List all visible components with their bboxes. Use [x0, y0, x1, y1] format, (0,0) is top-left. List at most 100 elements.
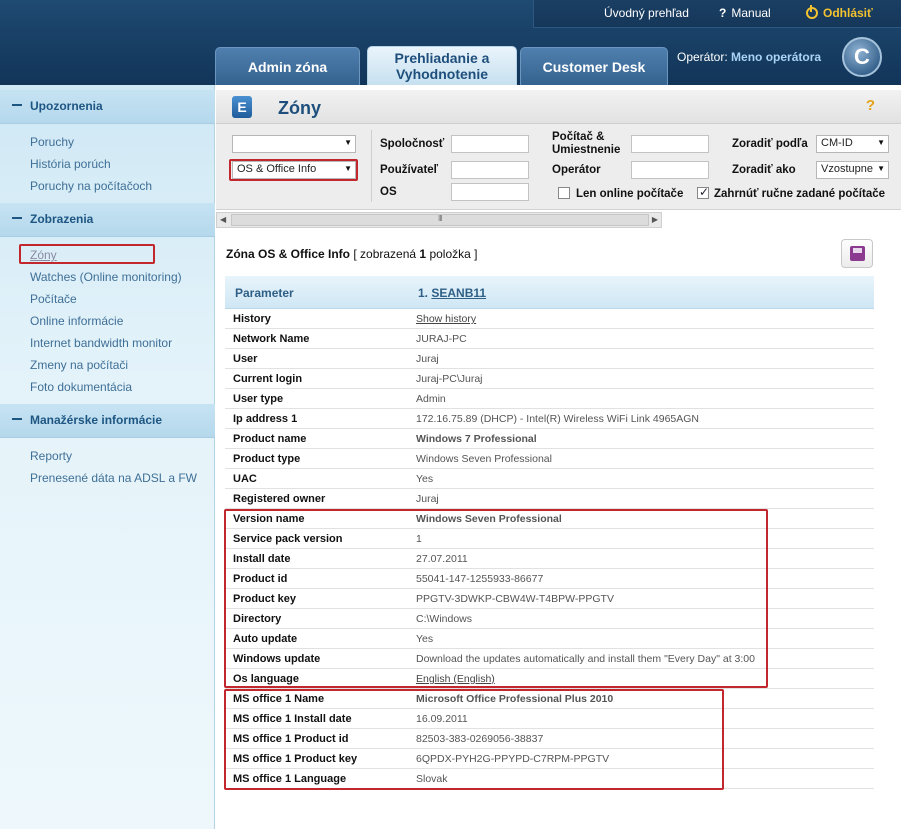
- table-row: Ip address 1 172.16.75.89 (DHCP) - Intel(…: [225, 409, 874, 429]
- row-key: Ip address 1: [233, 413, 298, 425]
- table-row: Windows update Download the updates autom…: [225, 649, 874, 669]
- collapse-icon: [12, 418, 22, 420]
- sidebar-item-computer-changes[interactable]: Zmeny na počítači: [30, 358, 128, 372]
- row-value: JURAJ-PC: [416, 333, 467, 345]
- online-only-label: Len online počítače: [576, 188, 684, 200]
- help-icon[interactable]: ?: [866, 97, 875, 114]
- company-input[interactable]: [451, 135, 529, 153]
- row-value: Slovak: [416, 773, 448, 785]
- logout-link[interactable]: Odhlásiť: [806, 5, 873, 20]
- row-value: Windows 7 Professional: [416, 433, 537, 445]
- company-label: Spoločnosť: [380, 138, 445, 150]
- include-manual-label: Zahrnúť ručne zadané počítače: [714, 188, 886, 200]
- operator-info: Operátor: Meno operátora: [677, 50, 821, 64]
- filter-panel: OS & Office Info Spoločnosť Používateľ O…: [216, 124, 901, 210]
- sidebar-item-online-info[interactable]: Online informácie: [30, 314, 123, 328]
- table-row: MS office 1 Product key 6QPDX-PYH2G-PPYPD…: [225, 749, 874, 769]
- tab-admin-zone[interactable]: Admin zóna: [215, 47, 360, 85]
- zone-name: Zóna OS & Office Info: [226, 247, 351, 261]
- row-value: Juraj: [416, 493, 439, 505]
- tab-browse-evaluate[interactable]: Prehliadanie a Vyhodnotenie: [367, 46, 517, 85]
- sort-by-select[interactable]: CM-ID: [816, 135, 889, 153]
- zone-group-select[interactable]: [232, 135, 356, 153]
- computer-link[interactable]: SEANB11: [431, 286, 486, 300]
- table-row: Auto update Yes: [225, 629, 874, 649]
- zone-shown-open: [ zobrazená: [353, 247, 417, 261]
- table-row: Version name Windows Seven Professional: [225, 509, 874, 529]
- os-label: OS: [380, 186, 397, 198]
- sidebar-item-failures[interactable]: Poruchy: [30, 135, 74, 149]
- include-manual-checkbox[interactable]: [697, 185, 709, 199]
- sidebar-item-bandwidth-monitor[interactable]: Internet bandwidth monitor: [30, 336, 172, 350]
- row-value: 6QPDX-PYH2G-PPYPD-C7RPM-PPGTV: [416, 753, 610, 765]
- row-key: Product name: [233, 433, 307, 445]
- manual-label: Manual: [731, 6, 771, 20]
- table-row: User Juraj: [225, 349, 874, 369]
- user-input[interactable]: [451, 161, 529, 179]
- table-row: Product key PPGTV-3DWKP-CBW4W-T4BPW-PPGTV: [225, 589, 874, 609]
- os-input[interactable]: [451, 183, 529, 201]
- row-value[interactable]: Show history: [416, 313, 476, 325]
- row-value: Download the updates automatically and i…: [416, 653, 755, 665]
- row-value: 27.07.2011: [416, 553, 468, 565]
- top-bar: Úvodný prehľad ? Manual Odhlásiť: [533, 0, 901, 28]
- table-row: MS office 1 Name Microsoft Office Profess…: [225, 689, 874, 709]
- sidebar-item-zones[interactable]: Zóny: [30, 248, 57, 262]
- sidebar-item-computer-failures[interactable]: Poruchy na počítačoch: [30, 179, 152, 193]
- sidebar: Upozornenia Poruchy História porúch Poru…: [0, 85, 215, 829]
- sidebar-item-failure-history[interactable]: História porúch: [30, 157, 111, 171]
- sidebar-item-photo-docs[interactable]: Foto dokumentácia: [30, 380, 132, 394]
- operator-input[interactable]: [631, 161, 709, 179]
- sidebar-item-adsl-fw-data[interactable]: Prenesené dáta na ADSL a FW: [30, 471, 197, 485]
- manual-link[interactable]: ? Manual: [719, 6, 771, 20]
- row-key: Auto update: [233, 633, 298, 645]
- row-key: UAC: [233, 473, 257, 485]
- row-value: 172.16.75.89 (DHCP) - Intel(R) Wireless …: [416, 413, 700, 425]
- row-value: Microsoft Office Professional Plus 2010: [416, 693, 614, 705]
- scroll-thumb[interactable]: [231, 214, 649, 226]
- zone-table: Parameter 1. SEANB11 History Show history…: [225, 276, 874, 789]
- row-value: Yes: [416, 473, 434, 485]
- row-value[interactable]: English (English): [416, 673, 495, 685]
- online-only-checkbox[interactable]: [558, 187, 570, 199]
- row-value: 16.09.2011: [416, 713, 468, 725]
- table-row: Directory C:\Windows: [225, 609, 874, 629]
- row-value: Windows Seven Professional: [416, 513, 562, 525]
- sidebar-section-views[interactable]: Zobrazenia: [0, 203, 215, 237]
- sort-as-label: Zoradiť ako: [732, 164, 796, 176]
- save-icon: [850, 246, 865, 261]
- sidebar-item-computers[interactable]: Počítače: [30, 292, 77, 306]
- sidebar-item-watches[interactable]: Watches (Online monitoring): [30, 270, 182, 284]
- horizontal-scrollbar[interactable]: ◀ ▶: [216, 212, 662, 228]
- computer-input[interactable]: [631, 135, 709, 153]
- home-link[interactable]: Úvodný prehľad: [604, 6, 689, 20]
- help-icon: ?: [719, 6, 727, 20]
- computer-label: Počítač & Umiestnenie: [552, 131, 621, 156]
- row-key: Network Name: [233, 333, 310, 345]
- row-key: MS office 1 Product key: [233, 753, 358, 765]
- zones-icon: E: [232, 96, 252, 118]
- row-key: Windows update: [233, 653, 321, 665]
- row-value: Windows Seven Professional: [416, 453, 552, 465]
- row-key: Current login: [233, 373, 303, 385]
- table-row: Product id 55041-147-1255933-86677: [225, 569, 874, 589]
- sidebar-section-management[interactable]: Manažérske informácie: [0, 404, 215, 438]
- tab-customer-desk[interactable]: Customer Desk: [520, 47, 668, 85]
- scroll-left-icon[interactable]: ◀: [220, 215, 226, 224]
- sidebar-item-reports[interactable]: Reporty: [30, 449, 72, 463]
- row-key: Os language: [233, 673, 300, 685]
- row-value: C:\Windows: [416, 613, 473, 625]
- scroll-right-icon[interactable]: ▶: [652, 215, 658, 224]
- table-row: User type Admin: [225, 389, 874, 409]
- row-value: Juraj-PC\Juraj: [416, 373, 483, 385]
- app-header: Úvodný prehľad ? Manual Odhlásiť Admin zó…: [0, 0, 901, 85]
- table-row: UAC Yes: [225, 469, 874, 489]
- row-key: User type: [233, 393, 284, 405]
- save-button[interactable]: [841, 239, 873, 268]
- collapse-icon: [12, 104, 22, 106]
- sort-by-label: Zoradiť podľa: [732, 138, 808, 150]
- zone-select[interactable]: OS & Office Info: [232, 161, 356, 179]
- table-row: Product type Windows Seven Professional: [225, 449, 874, 469]
- sidebar-section-alerts[interactable]: Upozornenia: [0, 90, 215, 124]
- sort-as-select[interactable]: Vzostupne: [816, 161, 889, 179]
